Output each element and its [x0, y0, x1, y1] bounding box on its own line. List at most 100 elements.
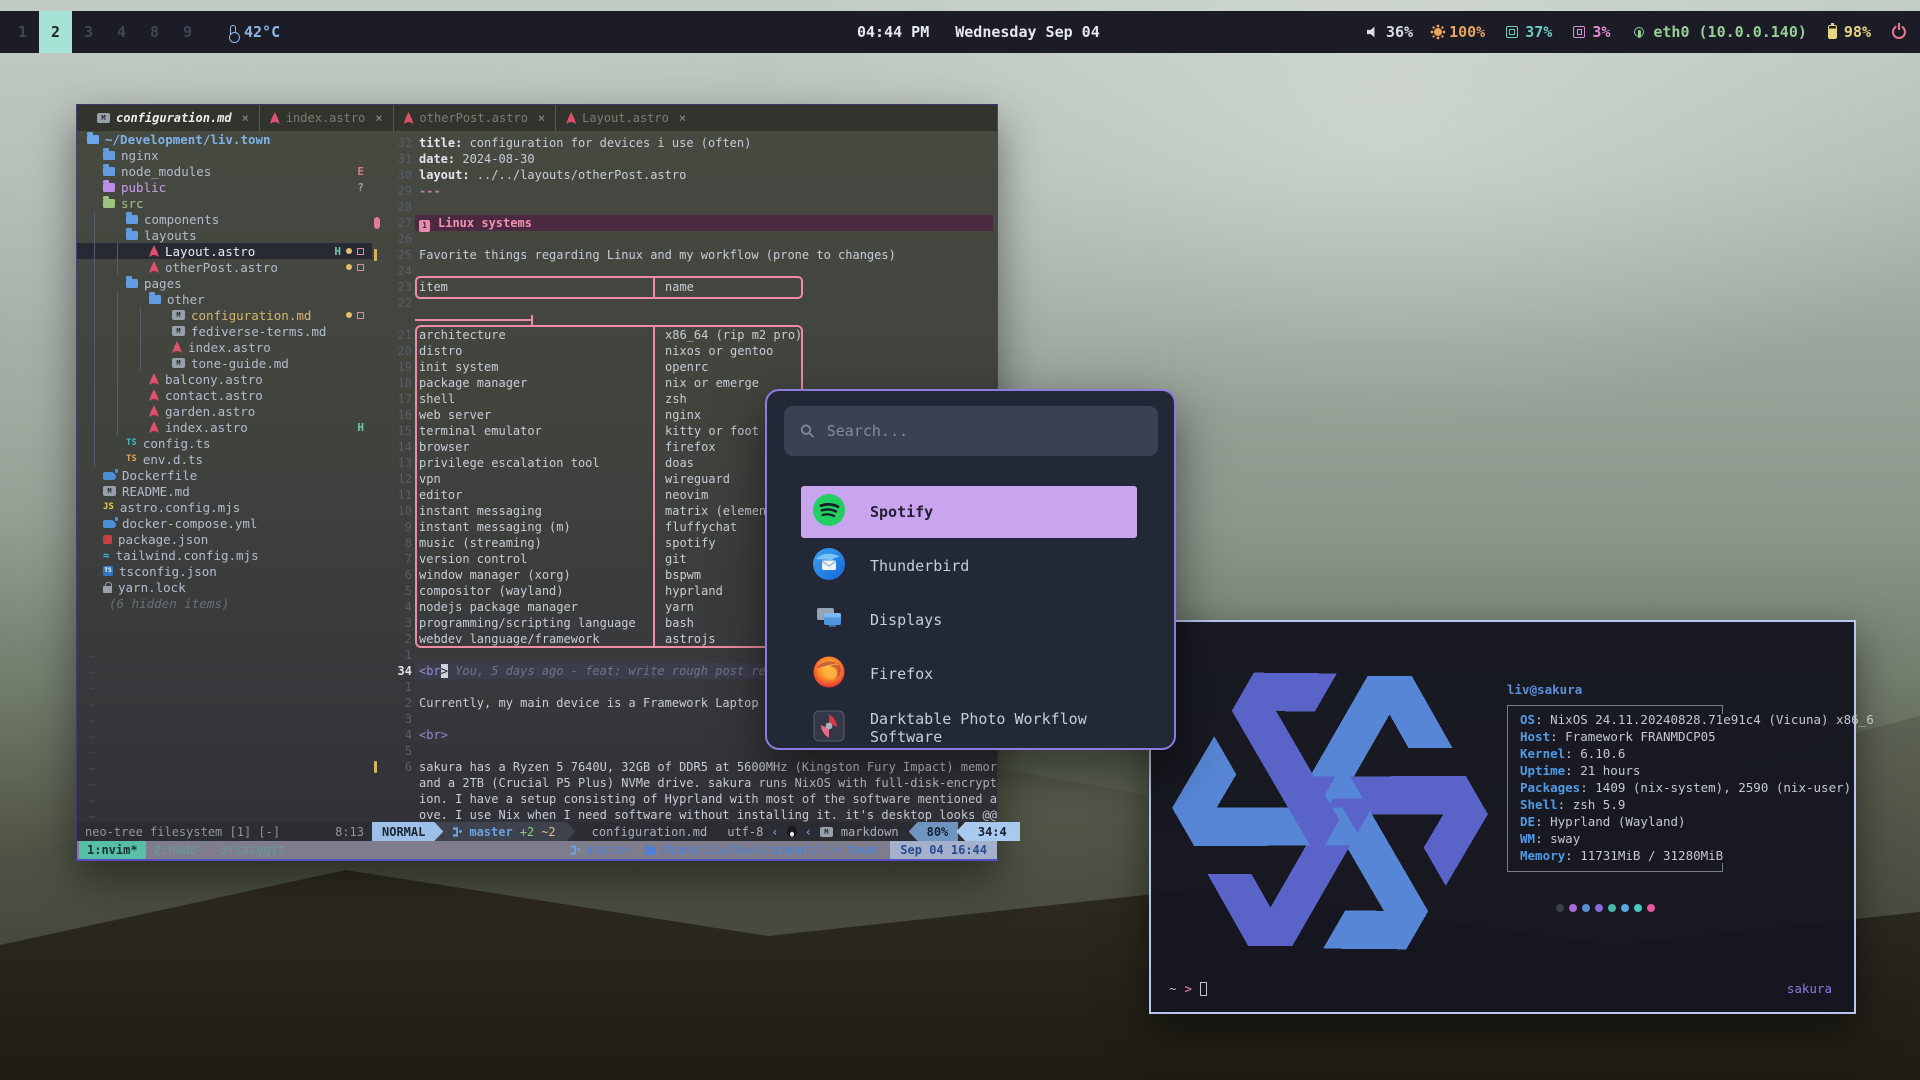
tab-index.astro[interactable]: index.astro× [259, 105, 393, 131]
tree-item-config.ts[interactable]: TSconfig.ts [77, 435, 372, 451]
system-stats: 36% 100% 37% 3% eth0 (10.0.0.140) 98% [1367, 11, 1906, 53]
line-number: 25 [372, 247, 412, 263]
tree-item-Layout.astro[interactable]: Layout.astroH [77, 243, 372, 259]
indent-guide [140, 323, 156, 339]
buffer-line: 30layout: ../../layouts/otherPost.astro [372, 167, 997, 183]
close-icon[interactable]: × [242, 111, 249, 125]
workspace-button-4[interactable]: 4 [105, 11, 138, 53]
search-icon [800, 423, 815, 439]
table-cell-name: firefox [665, 439, 716, 455]
diagnostic-square-icon [357, 264, 364, 271]
tree-item-tone-guide.md[interactable]: Mtone-guide.md [77, 355, 372, 371]
tab-configuration.md[interactable]: Mconfiguration.md× [87, 105, 259, 131]
launcher-item-Darktable-Photo-Workflow-Software[interactable]: Darktable Photo Workflow Software [801, 702, 1137, 750]
close-icon[interactable]: × [538, 111, 545, 125]
tree-item-tsconfig.json[interactable]: TStsconfig.json [77, 563, 372, 579]
tree-item-otherPost.astro[interactable]: otherPost.astro [77, 259, 372, 275]
line-number: 26 [372, 231, 412, 247]
line-number: 29 [372, 183, 412, 199]
tree-item-README.md[interactable]: MREADME.md [77, 483, 372, 499]
line-number: 3 [372, 615, 412, 631]
tree-item-tailwind.config.mjs[interactable]: ≈tailwind.config.mjs [77, 547, 372, 563]
tree-item--6-hidden-items-[interactable]: (6 hidden items) [77, 595, 372, 611]
launcher-item-Thunderbird[interactable]: Thunderbird [801, 540, 1137, 592]
network-value: eth0 (10.0.0.140) [1653, 23, 1807, 41]
line-number: 7 [372, 551, 412, 567]
search-input[interactable] [827, 422, 1142, 440]
line-number: 24 [372, 263, 412, 279]
tree-item-pages[interactable]: pages [77, 275, 372, 291]
table-cell-item: item [419, 280, 448, 294]
markdown-icon: M [172, 310, 185, 320]
shell-prompt[interactable]: ~ > [1169, 981, 1207, 996]
line-text: sakura has a Ryzen 5 7640U, 32GB of DDR5… [419, 759, 993, 775]
markdown-icon: M [97, 113, 110, 123]
buffer-line: 19init systemopenrc [372, 359, 997, 375]
tree-item-label: README.md [122, 484, 190, 499]
tree-item-astro.config.mjs[interactable]: JSastro.config.mjs [77, 499, 372, 515]
cursor-block: > [441, 664, 448, 678]
table-cell-item: nodejs package manager [419, 600, 578, 614]
tree-item-components[interactable]: components [77, 211, 372, 227]
tree-item-Dockerfile[interactable]: Dockerfile [77, 467, 372, 483]
workspace-button-2[interactable]: 2 [39, 11, 72, 53]
tree-item-other[interactable]: other [77, 291, 372, 307]
line-number: 2 [372, 631, 412, 647]
workspace-button-8[interactable]: 8 [138, 11, 171, 53]
tab-otherPost.astro[interactable]: otherPost.astro× [393, 105, 556, 131]
tree-item-yarn.lock[interactable]: yarn.lock [77, 579, 372, 595]
tree-item-label: Layout.astro [165, 244, 255, 259]
indent-guide [117, 323, 133, 339]
launcher-item-Displays[interactable]: Displays [801, 594, 1137, 646]
tree-item-env.d.ts[interactable]: TSenv.d.ts [77, 451, 372, 467]
power-icon[interactable] [1892, 25, 1906, 39]
tree-item-index.astro[interactable]: index.astroH [77, 419, 372, 435]
tree-item-label: components [144, 212, 219, 227]
line-text: date: 2024-08-30 [419, 151, 993, 167]
table-cell-item: web server [419, 408, 491, 422]
table-cell-name: x86_64 (rip m2 pro) [665, 327, 802, 343]
tmux-window-1:nvim*[interactable]: 1:nvim* [79, 841, 146, 859]
launcher-search[interactable] [784, 406, 1158, 456]
line-number: 20 [372, 343, 412, 359]
tree-item-garden.astro[interactable]: garden.astro [77, 403, 372, 419]
tree-item-label: index.astro [165, 420, 248, 435]
launcher-item-label: Firefox [870, 665, 933, 683]
close-icon[interactable]: × [375, 111, 382, 125]
line-number: 5 [372, 743, 412, 759]
tree-item-index.astro[interactable]: index.astro [77, 339, 372, 355]
workspace-button-1[interactable]: 1 [6, 11, 39, 53]
line-number: 10 [372, 503, 412, 519]
tree-item-contact.astro[interactable]: contact.astro [77, 387, 372, 403]
fetch-field: Memory: 11731MiB / 31280MiB [1520, 848, 1723, 865]
close-icon[interactable]: × [679, 111, 686, 125]
indent-guide [117, 291, 133, 307]
tree-item-docker-compose.yml[interactable]: docker-compose.yml [77, 515, 372, 531]
tree-item-balcony.astro[interactable]: balcony.astro [77, 371, 372, 387]
table-cell-name: zsh [665, 391, 687, 407]
workspace-button-3[interactable]: 3 [72, 11, 105, 53]
workspace-button-9[interactable]: 9 [171, 11, 204, 53]
tree-item-public[interactable]: public? [77, 179, 372, 195]
table-cell-item: init system [419, 360, 498, 374]
tree-item-src[interactable]: src [77, 195, 372, 211]
tree-item-fediverse-terms.md[interactable]: Mfediverse-terms.md [77, 323, 372, 339]
typescript-env-icon: TS [126, 454, 137, 464]
tree-item-layouts[interactable]: layouts [77, 227, 372, 243]
tree-item---Development-liv.town[interactable]: ~/Development/liv.town [77, 131, 372, 147]
table-cell-name: neovim [665, 487, 708, 503]
launcher-item-Spotify[interactable]: Spotify [801, 486, 1137, 538]
tmux-window-2:node-[interactable]: 2:node- [146, 841, 213, 859]
launcher-item-Firefox[interactable]: Firefox [801, 648, 1137, 700]
tree-item-configuration.md[interactable]: Mconfiguration.md [77, 307, 372, 323]
tree-item-package.json[interactable]: package.json [77, 531, 372, 547]
tree-item-nginx[interactable]: nginx [77, 147, 372, 163]
table-cell-name: fluffychat [665, 519, 737, 535]
line-number: 23 [372, 279, 412, 295]
file-tree[interactable]: ~/Development/liv.townnginxnode_modulesE… [77, 131, 372, 822]
fetch-terminal-window[interactable]: liv@sakura OS: NixOS 24.11.20240828.71e9… [1149, 620, 1856, 1014]
tab-Layout.astro[interactable]: Layout.astro× [555, 105, 696, 131]
tree-item-node-modules[interactable]: node_modulesE [77, 163, 372, 179]
git-added: +2 [520, 825, 534, 839]
tmux-window-3:lazygit[interactable]: 3:lazygit [212, 841, 293, 859]
